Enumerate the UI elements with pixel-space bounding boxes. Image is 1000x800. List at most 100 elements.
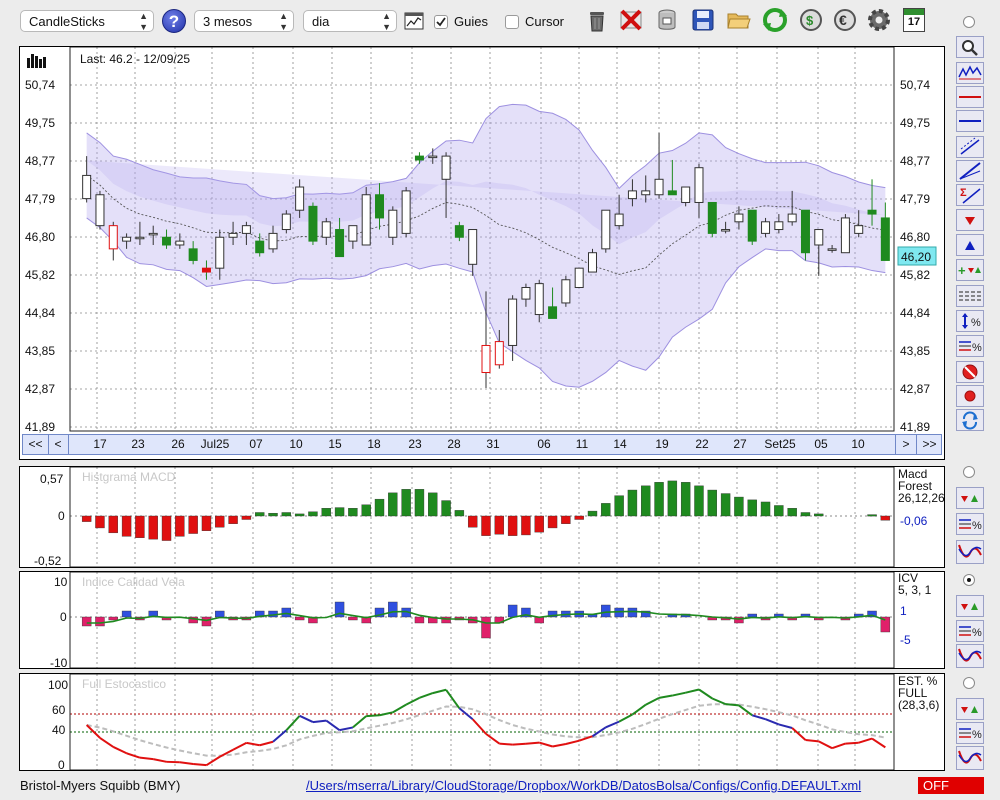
open-folder-icon[interactable] [726,7,752,33]
macd-bar [321,508,331,517]
y-tick-label: 42,87 [25,382,55,396]
indicator-bands-button[interactable] [956,62,984,84]
candle-body [108,225,118,250]
price-chart[interactable]: Last: 46.2 - 12/09/25 50,74 49,75 48,77 47,… [20,47,944,459]
period-value: 3 mesos [203,14,253,29]
euro-icon[interactable]: € [832,7,858,33]
horizontal-red-line-button[interactable] [956,86,984,108]
macd-signals-button[interactable] [956,487,984,509]
y-tick-label: 47,79 [25,192,55,206]
currency-sync-icon[interactable]: $ [798,7,824,33]
zoom-tool-button[interactable] [956,36,984,58]
x-tick-label: 28 [447,437,461,451]
macd-bar [268,512,278,517]
record-button[interactable] [956,385,984,407]
guides-checkbox[interactable] [434,15,448,29]
cancel-button[interactable] [956,361,984,383]
candle-body [854,225,864,234]
reload-button[interactable] [956,409,984,431]
current-price-badge: 46,20 [897,246,937,266]
macd-panel-radio[interactable] [963,466,975,478]
candle [800,209,810,261]
percent-lines-icon: % [959,728,982,741]
channel-tool-button[interactable] [956,136,984,158]
icv-percent-button[interactable]: % [956,620,984,642]
stochastic-fast-line [85,688,886,767]
price-chart-panel: Last: 46.2 - 12/09/25 50,74 49,75 48,77 47,… [19,46,945,460]
icv-panel-radio[interactable] [963,574,975,586]
candle-body [441,155,451,180]
x-axis-labels: 17 23 26 Jul25 07 10 15 18 23 28 31 06 11 14 19 22 27 Set… [23,435,943,454]
add-signals-button[interactable]: + [956,259,984,281]
stochastic-signals-button[interactable] [956,698,984,720]
stoch-ytick-40: 40 [52,723,66,737]
trendline-tool-button[interactable] [956,160,984,182]
calendar-icon[interactable]: 17 [903,8,925,32]
stochastic-oscillator-button[interactable] [956,746,984,770]
oscillator-curve-icon [958,750,982,764]
stochastic-fast-segment [525,741,540,745]
icv-bar [348,616,358,621]
grid-lines-button[interactable] [956,285,984,307]
macd-ytick-bottom: -0,52 [34,554,62,567]
candle-body [135,236,145,240]
macd-bar [800,512,811,517]
candle [361,187,371,246]
macd-bar [747,499,757,517]
candle-body [375,194,385,219]
config-path-link[interactable]: /Users/mserra/Library/CloudStorage/Dropb… [306,778,861,793]
help-icon[interactable]: ? [162,9,186,33]
candle-body [361,194,371,246]
price-panel-radio[interactable] [963,16,975,28]
delete-chart-icon[interactable] [618,7,644,33]
buy-signal-button[interactable] [956,234,984,256]
y-tick-label: 42,87 [900,382,930,396]
macd-bar [641,485,651,517]
stochastic-chart[interactable]: Full Estocastico 100 60 40 0 EST. % FULL… [20,674,944,770]
candle [308,202,318,245]
macd-oscillator-button[interactable] [956,540,984,564]
candle-body [574,267,584,288]
candle-body [428,155,438,159]
icv-chart[interactable]: Indice Calidad Vela 10 0 -10 ICV 5, 3, 1… [20,572,944,668]
cursor-checkbox[interactable] [505,15,519,29]
icv-signals-button[interactable] [956,595,984,617]
candle-body [162,236,172,246]
macd-bar [255,512,265,517]
horizontal-blue-line-button[interactable] [956,110,984,132]
macd-histogram [81,480,891,541]
y-tick-label: 45,82 [25,268,55,282]
interval-select[interactable]: dia ▲ ▼ [303,10,397,32]
stochastic-percent-button[interactable]: % [956,722,984,744]
chart-type-select[interactable]: CandleSticks ▲ ▼ [20,10,154,32]
sell-signal-button[interactable] [956,209,984,231]
y-tick-label: 44,84 [900,306,930,320]
save-icon[interactable] [690,7,716,33]
oscillator-curve-icon [958,648,982,662]
icv-panel: Indice Calidad Vela 10 0 -10 ICV 5, 3, 1… [19,571,945,669]
macd-bar [281,512,292,517]
refresh-icon[interactable] [762,7,788,33]
percent-levels-button[interactable]: % [956,335,984,357]
guides-label: Guies [454,14,488,29]
svg-text:+: + [958,263,966,278]
stochastic-fast-segment [352,715,367,729]
macd-bar [561,515,571,524]
settings-gear-icon[interactable] [866,7,892,33]
candle-body [295,186,305,211]
candle-body [215,236,225,269]
database-icon[interactable] [654,7,680,33]
icv-oscillator-button[interactable] [956,644,984,668]
percent-range-button[interactable]: % [956,310,984,332]
sum-trendline-button[interactable]: Σ [956,184,984,206]
status-off-badge[interactable]: OFF [918,777,984,794]
last-price-label: Last: 46.2 - 12/09/25 [80,52,190,66]
chart-window-icon[interactable] [404,11,424,31]
candle [707,201,717,238]
period-select[interactable]: 3 mesos ▲ ▼ [194,10,294,32]
macd-chart[interactable]: Histgrama MACD 0,57 0 -0,52 Macd Forest … [20,467,944,567]
trash-icon[interactable] [584,7,610,33]
macd-percent-button[interactable]: % [956,513,984,535]
macd-ytick-top: 0,57 [40,472,64,486]
stochastic-panel-radio[interactable] [963,677,975,689]
